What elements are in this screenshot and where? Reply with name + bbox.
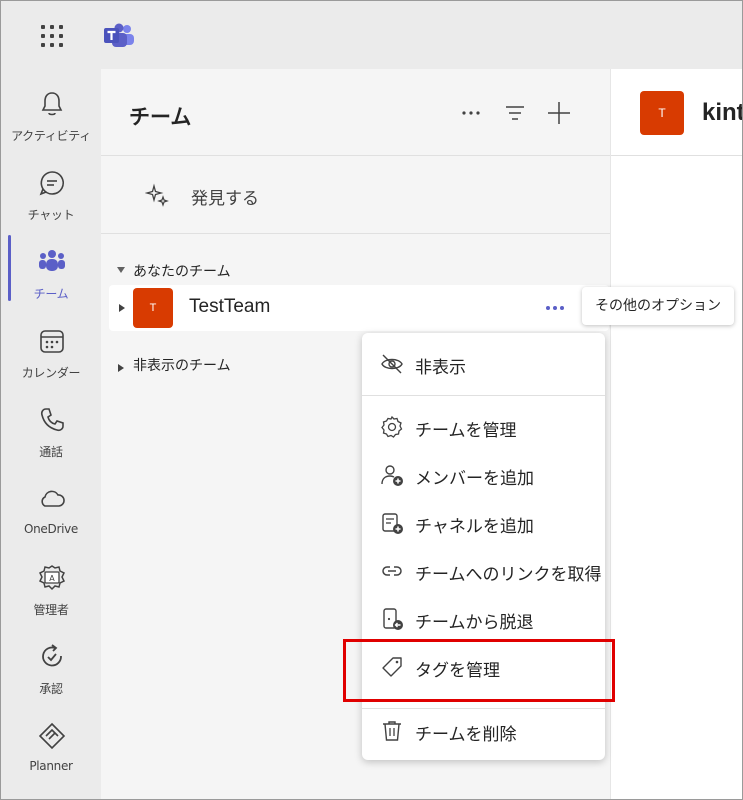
phone-icon [37, 405, 67, 435]
rail-item-approvals[interactable]: 承認 [1, 632, 101, 708]
expand-caret-icon[interactable] [119, 304, 125, 312]
channel-area: T kint [611, 69, 743, 799]
sparkle-icon [145, 183, 171, 209]
person-add-icon [380, 463, 404, 487]
trash-icon [380, 719, 404, 743]
divider [101, 233, 610, 234]
admin-icon: A [37, 563, 67, 593]
rail-label: アクティビティ [11, 129, 91, 143]
rail-item-activity[interactable]: アクティビティ [1, 79, 101, 155]
team-row[interactable]: T TestTeam [109, 285, 609, 331]
top-bar [1, 1, 742, 69]
menu-item-leave-team[interactable]: チームから脱退 [362, 597, 605, 641]
app-window: アクティビティ チャット チーム カレンダー 通話 OneDrive A 管理者… [0, 0, 743, 800]
calendar-icon [37, 326, 67, 356]
menu-item-label: チームを管理 [415, 421, 517, 441]
teams-icon [37, 247, 67, 277]
rail-item-calls[interactable]: 通話 [1, 395, 101, 471]
divider [101, 155, 610, 156]
collapse-caret-icon[interactable] [117, 267, 125, 273]
menu-item-label: 非表示 [415, 358, 466, 378]
channel-team-avatar: T [640, 91, 684, 135]
menu-item-label: チームを削除 [415, 725, 517, 745]
svg-text:A: A [49, 574, 55, 583]
channel-add-icon [380, 511, 404, 535]
link-icon [380, 559, 404, 583]
approvals-icon [37, 642, 67, 672]
filter-icon[interactable] [501, 99, 529, 127]
rail-label: OneDrive [23, 522, 79, 536]
rail-item-chat[interactable]: チャット [1, 158, 101, 234]
rail-label: 承認 [39, 682, 63, 696]
rail-active-indicator [8, 235, 11, 301]
chat-icon [37, 168, 67, 198]
rail-label: チーム [33, 287, 69, 301]
menu-item-get-link[interactable]: チームへのリンクを取得 [362, 549, 605, 593]
discover-label: 発見する [191, 189, 259, 209]
channel-title: kint [702, 99, 743, 126]
menu-item-add-channel[interactable]: チャネルを追加 [362, 501, 605, 545]
rail-label: チャット [27, 208, 75, 222]
app-bar: アクティビティ チャット チーム カレンダー 通話 OneDrive A 管理者… [1, 69, 101, 799]
rail-item-calendar[interactable]: カレンダー [1, 316, 101, 392]
menu-item-label: チームへのリンクを取得 [415, 565, 602, 585]
your-teams-heading[interactable]: あなたのチーム [133, 261, 231, 281]
hidden-teams-heading[interactable]: 非表示のチーム [133, 355, 231, 375]
menu-item-manage-team[interactable]: チームを管理 [362, 405, 605, 449]
gear-icon [380, 415, 404, 439]
tooltip: その他のオプション [582, 287, 734, 325]
bell-icon [37, 89, 67, 119]
team-name: TestTeam [189, 296, 271, 317]
eye-off-icon [380, 352, 404, 376]
menu-item-label: メンバーを追加 [415, 469, 534, 489]
rail-label: 管理者 [33, 603, 69, 617]
leave-icon [380, 607, 404, 631]
panel-title: チーム [129, 105, 192, 129]
menu-item-hide[interactable]: 非表示 [362, 342, 605, 386]
team-more-options-button[interactable] [541, 297, 569, 319]
rail-label: 通話 [39, 445, 63, 459]
rail-item-teams[interactable]: チーム [1, 237, 101, 313]
rail-item-admin[interactable]: A 管理者 [1, 553, 101, 629]
rail-label: カレンダー [21, 366, 81, 380]
expand-caret-icon[interactable] [118, 364, 124, 372]
cloud-icon [37, 484, 67, 514]
menu-item-add-member[interactable]: メンバーを追加 [362, 453, 605, 497]
rail-item-planner[interactable]: Planner [1, 711, 101, 787]
more-options-icon[interactable] [457, 99, 485, 127]
rail-label: Planner [29, 759, 73, 773]
menu-item-label: チャネルを追加 [415, 517, 534, 537]
add-icon[interactable] [545, 99, 573, 127]
highlight-annotation [343, 639, 615, 702]
planner-icon [37, 721, 67, 751]
rail-item-onedrive[interactable]: OneDrive [1, 474, 101, 550]
divider [611, 155, 742, 156]
discover-button[interactable]: 発見する [145, 181, 365, 211]
menu-item-label: チームから脱退 [415, 613, 534, 633]
teams-logo-icon [103, 22, 135, 50]
app-launcher-icon[interactable] [41, 25, 63, 47]
team-avatar: T [133, 288, 173, 328]
menu-item-delete-team[interactable]: チームを削除 [362, 709, 605, 753]
divider [362, 395, 605, 396]
